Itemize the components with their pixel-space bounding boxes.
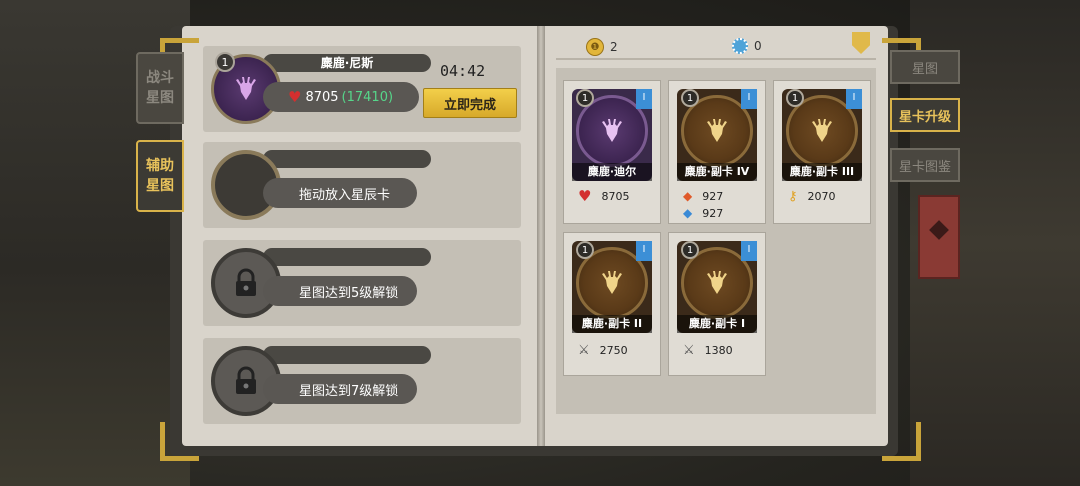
card-stat: ◆ 927 — [683, 221, 723, 224]
sword-icon: ⚔ — [578, 343, 590, 358]
slot-hint-pill: 拖动放入星辰卡 — [263, 178, 417, 208]
sword-icon: ⚔ — [683, 343, 695, 358]
tab-label: 星卡图鉴 — [898, 159, 951, 175]
star-slot-2[interactable]: 拖动放入星辰卡 — [203, 142, 521, 228]
card-tier-tag: I — [741, 89, 757, 109]
card-stat: ⚔ 2750 — [578, 343, 628, 358]
stat-value: 927 — [702, 222, 723, 225]
slot-card-name: 麋鹿·尼斯 — [320, 56, 374, 70]
card-name: 麋鹿·副卡 I — [677, 315, 757, 333]
stat-value: 2070 — [807, 190, 836, 203]
gem-red-icon: ◆ — [683, 189, 693, 203]
heart-icon: ♥ — [288, 88, 302, 106]
tab-star-card-collection[interactable]: 星卡图鉴 — [890, 148, 960, 182]
complete-now-button[interactable]: 立即完成 — [423, 88, 517, 118]
star-slot-3: 星图达到5级解锁 — [203, 240, 521, 326]
card-name: 麋鹿·副卡 II — [572, 315, 652, 333]
slot-hint-pill: 星图达到5级解锁 — [263, 276, 417, 306]
gem-green-icon: ◆ — [683, 221, 692, 224]
gear-icon — [732, 38, 748, 54]
card-level-badge: 1 — [576, 241, 594, 259]
gem-blue-icon: ◆ — [683, 206, 693, 220]
card-stat: ⚔ 1380 — [683, 343, 733, 358]
slot-name-pill — [263, 248, 431, 266]
coin-value: 2 — [610, 40, 618, 54]
divider — [556, 58, 876, 60]
card-tier-tag: I — [636, 89, 652, 109]
book-spine — [537, 26, 545, 446]
card-stat: ⚷ 2070 — [788, 189, 836, 204]
lock-icon — [236, 366, 256, 394]
card-tier-tag: I — [741, 241, 757, 261]
stag-icon — [236, 77, 256, 100]
slot-name-pill — [263, 150, 431, 168]
tab-label: 辅助 星图 — [146, 158, 174, 194]
stag-icon — [602, 119, 622, 142]
tab-label: 星卡升级 — [898, 109, 951, 125]
card-name: 麋鹿·迪尔 — [572, 163, 652, 181]
star-card[interactable]: 1 I 麋鹿·迪尔 ♥ 8705 — [563, 80, 661, 224]
star-card[interactable]: 1 I 麋鹿·副卡 II ⚔ 2750 — [563, 232, 661, 376]
card-level-badge: 1 — [681, 241, 699, 259]
card-level-badge: 1 — [681, 89, 699, 107]
tab-label: 星图 — [911, 61, 938, 77]
tab-battle-star-map[interactable]: 战斗 星图 — [136, 52, 184, 124]
tab-label: 战斗 星图 — [146, 70, 174, 106]
slot-hint-text: 星图达到7级解锁 — [299, 383, 399, 399]
stat-value: 8705 — [601, 189, 630, 203]
card-name: 麋鹿·副卡 III — [782, 163, 862, 181]
slot-name-pill — [263, 346, 431, 364]
stag-icon — [707, 271, 727, 294]
slot-hp-value: 8705 — [305, 89, 339, 105]
slot-hint-text: 拖动放入星辰卡 — [299, 187, 391, 203]
stag-icon — [602, 271, 622, 294]
card-level-badge: 1 — [786, 89, 804, 107]
gear-counter: 0 — [732, 38, 762, 54]
stat-value: 927 — [702, 189, 724, 203]
slot-hint-text: 星图达到5级解锁 — [299, 285, 399, 301]
lock-icon — [236, 268, 256, 296]
card-tier-tag: I — [846, 89, 862, 109]
card-stat: ◆ 927 — [683, 189, 723, 203]
corner-ornament — [160, 422, 199, 461]
stag-icon — [707, 119, 727, 142]
level-badge: 1 — [215, 52, 235, 72]
star-card[interactable]: 1 I 麋鹿·副卡 I ⚔ 1380 — [668, 232, 766, 376]
corner-ornament — [882, 422, 921, 461]
tab-support-star-map[interactable]: 辅助 星图 — [136, 140, 184, 212]
stat-value: 1380 — [704, 344, 733, 357]
card-stat-overflow: ◆ 927 — [669, 219, 765, 224]
heart-icon: ♥ — [578, 187, 592, 205]
stat-value: 2750 — [599, 344, 628, 357]
slot-hint-pill: 星图达到7级解锁 — [263, 374, 417, 404]
countdown-timer: 04:42 — [440, 62, 486, 80]
card-level-badge: 1 — [576, 89, 594, 107]
tab-star-card-upgrade[interactable]: 星卡升级 — [890, 98, 960, 132]
background-banner — [918, 195, 960, 279]
star-card[interactable]: 1 I 麋鹿·副卡 IV ◆ 927 ◆ 927 ◆ 927 — [668, 80, 766, 224]
stag-icon — [812, 119, 832, 142]
key-icon: ⚷ — [788, 189, 798, 204]
gear-value: 0 — [754, 39, 762, 53]
stat-value: 927 — [702, 206, 724, 220]
card-stat: ◆ 927 — [683, 206, 723, 220]
card-tier-tag: I — [636, 241, 652, 261]
card-stat: ♥ 8705 — [578, 187, 630, 205]
coin-icon: ❶ — [586, 38, 604, 56]
slot-hp-bonus: (17410) — [341, 89, 394, 105]
star-slot-4: 星图达到7级解锁 — [203, 338, 521, 424]
card-name: 麋鹿·副卡 IV — [677, 163, 757, 181]
slot-hp-pill: ♥ 8705 (17410) — [263, 82, 419, 112]
star-card[interactable]: 1 I 麋鹿·副卡 III ⚷ 2070 — [773, 80, 871, 224]
tab-star-map[interactable]: 星图 — [890, 50, 960, 84]
coin-counter: ❶ 2 — [586, 38, 618, 56]
